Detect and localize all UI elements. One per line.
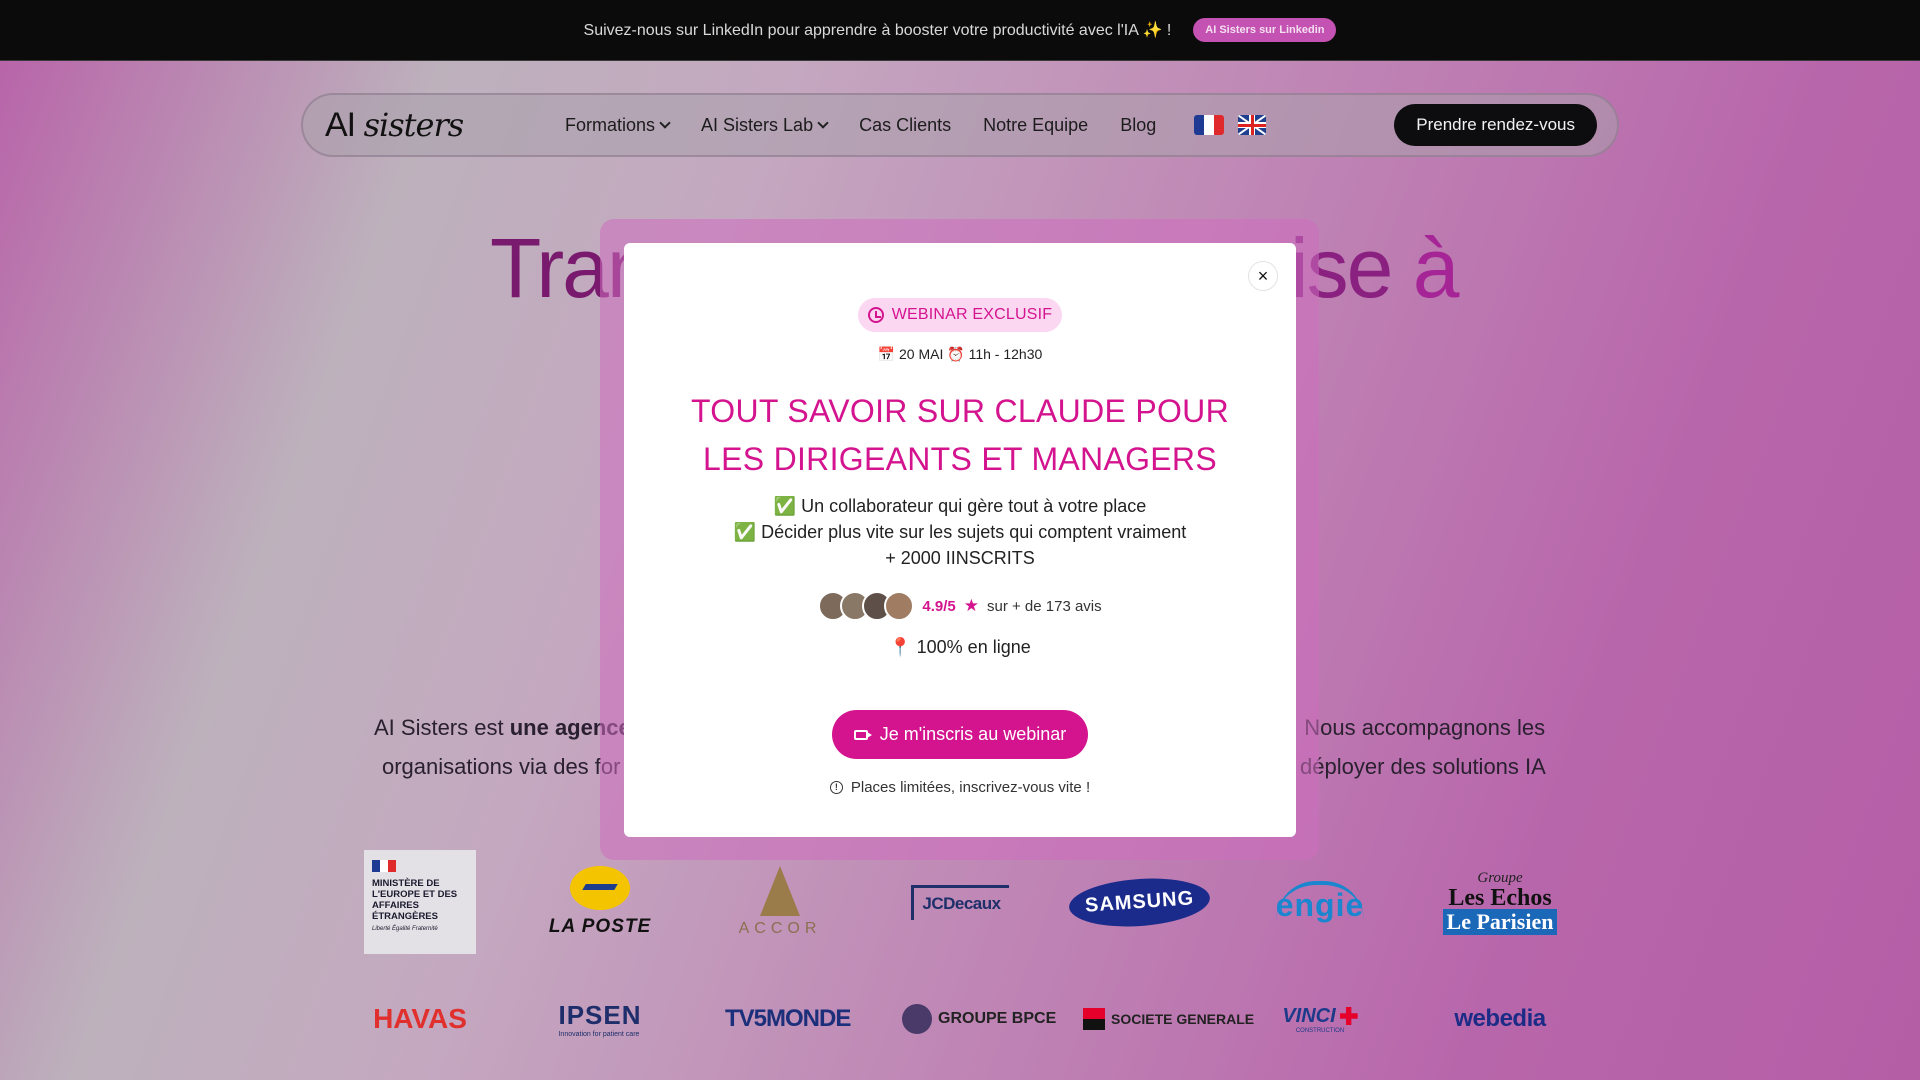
ministere-text: MINISTÈRE DE L'EUROPE ET DES AFFAIRES ÉT… bbox=[372, 878, 458, 922]
la-poste-bird-icon bbox=[570, 866, 630, 910]
intro-text: AI Sisters est bbox=[374, 715, 510, 740]
language-switcher bbox=[1194, 115, 1267, 135]
registrations-count: + 2000 IINSCRITS bbox=[885, 548, 1035, 568]
logo-accor: ACCOR bbox=[720, 866, 840, 938]
logo-tv5monde: TV5MONDE bbox=[725, 1005, 851, 1032]
limited-places-note: ! Places limitées, inscrivez-vous vite ! bbox=[624, 779, 1296, 796]
chevron-down-icon bbox=[817, 117, 829, 129]
video-camera-icon bbox=[853, 729, 872, 740]
logo-les-echos-le-parisien: Groupe Les Echos Le Parisien bbox=[1440, 870, 1560, 935]
book-appointment-button[interactable]: Prendre rendez-vous bbox=[1394, 104, 1597, 146]
logo-webedia: webedia bbox=[1454, 1005, 1546, 1032]
logo-bpce: GROUPE BPCE bbox=[900, 1004, 1056, 1034]
logo-vinci: VINCI CONSTRUCTION bbox=[1260, 1005, 1380, 1034]
limited-places-text: Places limitées, inscrivez-vous vite ! bbox=[850, 779, 1091, 796]
intro-line1-left: AI Sisters est une agence bbox=[374, 708, 631, 747]
announcement-text: Suivez-nous sur LinkedIn pour apprendre … bbox=[583, 22, 1172, 39]
flag-uk-icon[interactable] bbox=[1238, 115, 1267, 135]
benefits-list: ✅ Un collaborateur qui gère tout à votre… bbox=[624, 493, 1296, 571]
avatar-group bbox=[818, 591, 915, 621]
main-navbar: AI sisters Formations AI Sisters Lab Cas… bbox=[301, 93, 1619, 157]
nav-item-label: Formations bbox=[565, 114, 656, 135]
info-icon: ! bbox=[829, 781, 843, 794]
nav-item-formations[interactable]: Formations bbox=[565, 114, 671, 136]
avatar bbox=[884, 591, 915, 621]
badge-label: WEBINAR EXCLUSIF bbox=[891, 306, 1053, 323]
ministere-motto: Liberté Égalité Fraternité bbox=[372, 926, 438, 932]
top-announcement-bar: Suivez-nous sur LinkedIn pour apprendre … bbox=[0, 0, 1920, 61]
register-webinar-button[interactable]: Je m'inscris au webinar bbox=[831, 710, 1089, 759]
modal-title: TOUT SAVOIR SUR CLAUDE POUR LES DIRIGEAN… bbox=[691, 393, 1229, 477]
intro-line2-right: déployer des solutions IA bbox=[1300, 754, 1546, 779]
logo-la-poste: LA POSTE bbox=[540, 866, 660, 938]
bpce-circle-icon bbox=[902, 1004, 932, 1034]
nav-item-blog[interactable]: Blog bbox=[1120, 115, 1156, 136]
logo-societe-generale: SOCIETE GENERALE bbox=[1080, 1008, 1254, 1030]
logo-ministere: MINISTÈRE DE L'EUROPE ET DES AFFAIRES ÉT… bbox=[360, 850, 480, 954]
hero-title-fragment-accent: à bbox=[1412, 221, 1460, 315]
reviews-count: sur + de 173 avis bbox=[986, 597, 1102, 615]
logo-havas: HAVAS bbox=[373, 1003, 467, 1034]
logo-samsung: SAMSUNG bbox=[1067, 873, 1213, 931]
vinci-cross-icon bbox=[1339, 1007, 1358, 1025]
logo-sisters: sisters bbox=[363, 105, 465, 144]
chevron-down-icon bbox=[659, 117, 671, 129]
linkedin-button[interactable]: AI Sisters sur Linkedin bbox=[1193, 18, 1337, 42]
rating-row: 4.9/5 ★ sur + de 173 avis bbox=[624, 591, 1296, 621]
nav-item-label: AI Sisters Lab bbox=[701, 114, 814, 135]
intro-line2-left: organisations via des for bbox=[382, 754, 621, 779]
webinar-date: 📅 20 MAI ⏰ 11h - 12h30 bbox=[877, 346, 1043, 362]
nav-menu: Formations AI Sisters Lab Cas Clients No… bbox=[565, 114, 1267, 136]
online-info: 📍 100% en ligne bbox=[889, 637, 1031, 657]
logo-ipsen: IPSEN Innovation for patient care bbox=[558, 1000, 642, 1038]
client-logos-row-1: MINISTÈRE DE L'EUROPE ET DES AFFAIRES ÉT… bbox=[360, 850, 1560, 954]
close-modal-button[interactable]: × bbox=[1248, 261, 1278, 291]
client-logos-row-2: HAVAS IPSEN Innovation for patient care … bbox=[360, 1000, 1560, 1038]
logo-ai: AI bbox=[325, 105, 356, 144]
webinar-modal: × WEBINAR EXCLUSIF 📅 20 MAI ⏰ 11h - 12h3… bbox=[624, 243, 1296, 837]
register-button-label: Je m'inscris au webinar bbox=[879, 724, 1067, 744]
star-icon: ★ bbox=[963, 596, 979, 615]
flag-fr-icon[interactable] bbox=[1194, 115, 1225, 135]
marianne-flag-icon bbox=[372, 860, 396, 872]
clock-icon bbox=[867, 307, 884, 323]
intro-line1-right: . Nous accompagnons les bbox=[1292, 715, 1546, 740]
logo-jcdecaux: JCDecaux bbox=[900, 884, 1020, 920]
benefit-item: ✅ Un collaborateur qui gère tout à votre… bbox=[773, 496, 1147, 516]
nav-item-notre-equipe[interactable]: Notre Equipe bbox=[983, 115, 1088, 136]
logo-engie: ENGIE bbox=[1260, 880, 1380, 924]
benefit-item: ✅ Décider plus vite sur les sujets qui c… bbox=[733, 522, 1187, 542]
nav-item-cas-clients[interactable]: Cas Clients bbox=[859, 115, 951, 136]
nav-item-ai-sisters-lab[interactable]: AI Sisters Lab bbox=[701, 114, 829, 136]
accor-a-icon bbox=[760, 866, 800, 916]
sg-square-icon bbox=[1083, 1008, 1105, 1030]
close-icon: × bbox=[1257, 265, 1269, 286]
ai-sisters-logo[interactable]: AI sisters bbox=[325, 106, 565, 145]
rating-score: 4.9/5 bbox=[922, 597, 956, 615]
webinar-badge: WEBINAR EXCLUSIF bbox=[857, 298, 1063, 332]
